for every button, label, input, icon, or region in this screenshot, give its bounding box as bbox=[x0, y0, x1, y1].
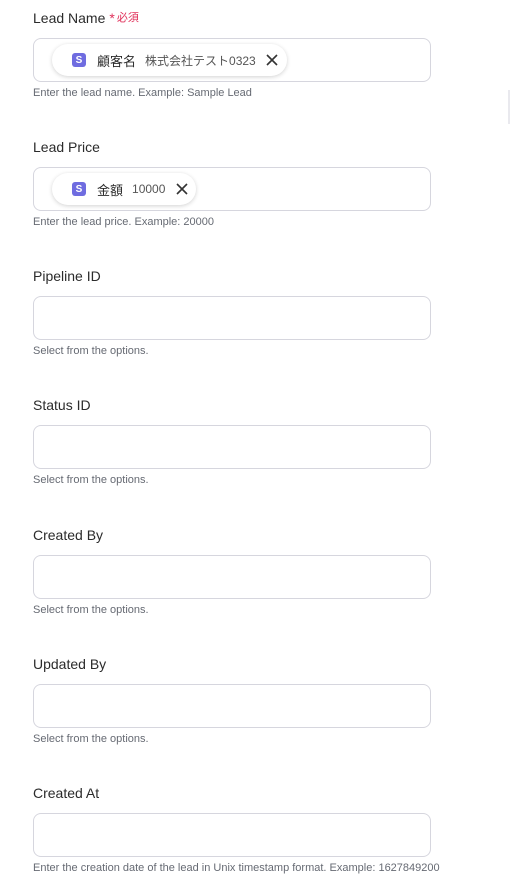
chip-name: 顧客名 bbox=[97, 53, 137, 69]
chip-value: 株式会社テスト0323 bbox=[145, 53, 256, 68]
chip-name: 金額 bbox=[97, 182, 124, 198]
field-created-by: Created By Select from the options. bbox=[33, 526, 503, 617]
label-text: Lead Price bbox=[33, 139, 100, 155]
field-label: Created By bbox=[33, 526, 503, 544]
lead-price-input[interactable]: S 金額 10000 bbox=[33, 167, 431, 211]
field-label: Status ID bbox=[33, 396, 503, 414]
field-label: Lead Price bbox=[33, 138, 503, 156]
required-asterisk: * bbox=[109, 10, 115, 26]
help-text: Select from the options. bbox=[33, 733, 149, 745]
field-created-at: Created At Enter the creation date of th… bbox=[33, 784, 503, 875]
status-id-input[interactable] bbox=[33, 425, 431, 469]
label-text: Status ID bbox=[33, 397, 91, 413]
help-text: Select from the options. bbox=[33, 345, 149, 357]
help-text: Enter the lead name. Example: Sample Lea… bbox=[33, 87, 252, 99]
label-text: Created By bbox=[33, 527, 104, 543]
label-text: Lead Name bbox=[33, 10, 106, 26]
lead-name-input[interactable]: S 顧客名 株式会社テスト0323 bbox=[33, 38, 431, 82]
field-updated-by: Updated By Select from the options. bbox=[33, 655, 503, 746]
field-label: Updated By bbox=[33, 655, 503, 673]
help-text: Select from the options. bbox=[33, 474, 149, 486]
pipeline-id-input[interactable] bbox=[33, 296, 431, 340]
close-icon[interactable] bbox=[175, 183, 188, 196]
label-text: Updated By bbox=[33, 656, 107, 672]
field-lead-price: Lead Price S 金額 10000 Enter the lead pri… bbox=[33, 138, 503, 229]
created-at-input[interactable] bbox=[33, 813, 431, 857]
help-text: Select from the options. bbox=[33, 604, 149, 616]
field-label: Created At bbox=[33, 784, 503, 802]
chip-value: 10000 bbox=[132, 182, 166, 196]
field-label: Lead Name * 必須 bbox=[33, 9, 503, 27]
updated-by-input[interactable] bbox=[33, 684, 431, 728]
close-icon[interactable] bbox=[266, 54, 279, 67]
field-status-id: Status ID Select from the options. bbox=[33, 396, 503, 487]
label-text: Created At bbox=[33, 785, 100, 801]
s-badge-icon: S bbox=[72, 182, 86, 196]
created-by-input[interactable] bbox=[33, 555, 431, 599]
field-lead-name: Lead Name * 必須 S 顧客名 株式会社テスト0323 Enter t… bbox=[33, 9, 503, 100]
field-label: Pipeline ID bbox=[33, 267, 503, 285]
s-badge-icon: S bbox=[72, 53, 86, 67]
help-text: Enter the creation date of the lead in U… bbox=[33, 862, 440, 874]
help-text: Enter the lead price. Example: 20000 bbox=[33, 216, 215, 228]
required-text: 必須 bbox=[116, 12, 139, 24]
variable-chip[interactable]: S 金額 10000 bbox=[52, 173, 197, 205]
label-text: Pipeline ID bbox=[33, 268, 101, 284]
field-pipeline-id: Pipeline ID Select from the options. bbox=[33, 267, 503, 358]
variable-chip[interactable]: S 顧客名 株式会社テスト0323 bbox=[52, 44, 287, 76]
